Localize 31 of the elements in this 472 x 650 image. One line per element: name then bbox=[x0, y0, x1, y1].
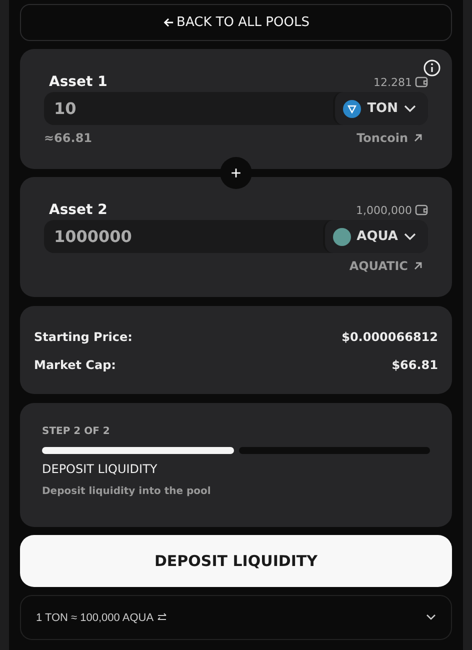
rate-bar[interactable]: 1 TON ≈ 100,000 AQUA bbox=[20, 595, 452, 640]
balance-text: 1,000,000 bbox=[356, 204, 412, 216]
swap-icon bbox=[156, 613, 167, 622]
info-icon[interactable] bbox=[423, 59, 441, 77]
summary-label: Starting Price: bbox=[34, 330, 132, 344]
balance-text: 12.281 bbox=[374, 76, 412, 88]
usd-value: ≈66.81 bbox=[44, 131, 92, 145]
step-title: DEPOSIT LIQUIDITY bbox=[42, 462, 158, 476]
rate-text: 1 TON ≈ 100,000 AQUA bbox=[36, 612, 154, 624]
token-link[interactable]: AQUATIC bbox=[349, 259, 423, 273]
wallet-icon bbox=[415, 204, 428, 216]
token-selector[interactable]: TON bbox=[333, 92, 428, 125]
external-link-icon bbox=[413, 261, 423, 271]
summary-value: $66.81 bbox=[392, 358, 438, 372]
external-link-icon bbox=[413, 133, 423, 143]
amount-field[interactable]: 10 TON bbox=[44, 92, 428, 125]
token-selector[interactable]: AQUA bbox=[322, 220, 428, 253]
token-link[interactable]: Toncoin bbox=[356, 131, 423, 145]
deposit-button[interactable]: DEPOSIT LIQUIDITY bbox=[20, 535, 452, 587]
chevron-down-icon bbox=[404, 232, 416, 240]
back-button[interactable]: BACK TO ALL POOLS bbox=[20, 4, 452, 41]
wallet-icon bbox=[415, 76, 428, 88]
summary-value: $0.000066812 bbox=[342, 330, 438, 344]
arrow-left-icon bbox=[162, 17, 174, 28]
step-description: Deposit liquidity into the pool bbox=[42, 486, 211, 497]
step-caption: STEP 2 OF 2 bbox=[42, 426, 110, 437]
amount-field[interactable]: 1000000 AQUA bbox=[44, 220, 428, 253]
summary-label: Market Cap: bbox=[34, 358, 116, 372]
asset-label: Asset 2 bbox=[49, 202, 108, 218]
asset-label: Asset 1 bbox=[49, 74, 108, 90]
chevron-down-icon bbox=[404, 104, 416, 112]
